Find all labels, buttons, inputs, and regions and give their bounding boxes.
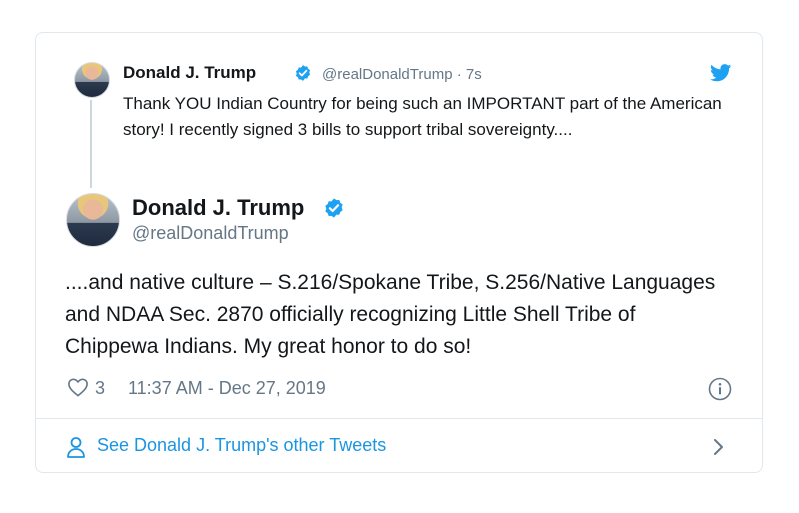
quoted-age[interactable]: · 7s (457, 66, 482, 83)
tweet-timestamp[interactable]: 11:37 AM - Dec 27, 2019 (128, 378, 326, 399)
main-tweet-text: ....and native culture – S.216/Spokane T… (65, 271, 716, 358)
main-author-avatar[interactable] (66, 193, 120, 247)
quoted-author-name[interactable]: Donald J. Trump (123, 63, 256, 83)
quoted-tweet-text: Thank YOU Indian Country for being such … (123, 94, 722, 139)
person-icon (67, 437, 85, 458)
main-handle[interactable]: @realDonaldTrump (132, 223, 289, 244)
like-count[interactable]: 3 (95, 378, 105, 399)
verified-badge-icon (325, 198, 343, 218)
quoted-author-avatar[interactable] (74, 62, 110, 98)
twitter-bird-icon[interactable] (710, 64, 732, 82)
thread-connector-line (90, 100, 92, 188)
info-icon[interactable] (708, 377, 732, 401)
see-other-tweets-label[interactable]: See Donald J. Trump's other Tweets (97, 435, 386, 456)
main-author-name[interactable]: Donald J. Trump (132, 195, 304, 221)
quoted-handle[interactable]: @realDonaldTrump (322, 66, 453, 83)
quoted-handle-time[interactable]: @realDonaldTrump · 7s (322, 66, 482, 83)
verified-badge-icon (295, 65, 311, 81)
chevron-right-icon[interactable] (712, 437, 726, 457)
heart-icon[interactable] (67, 377, 89, 397)
